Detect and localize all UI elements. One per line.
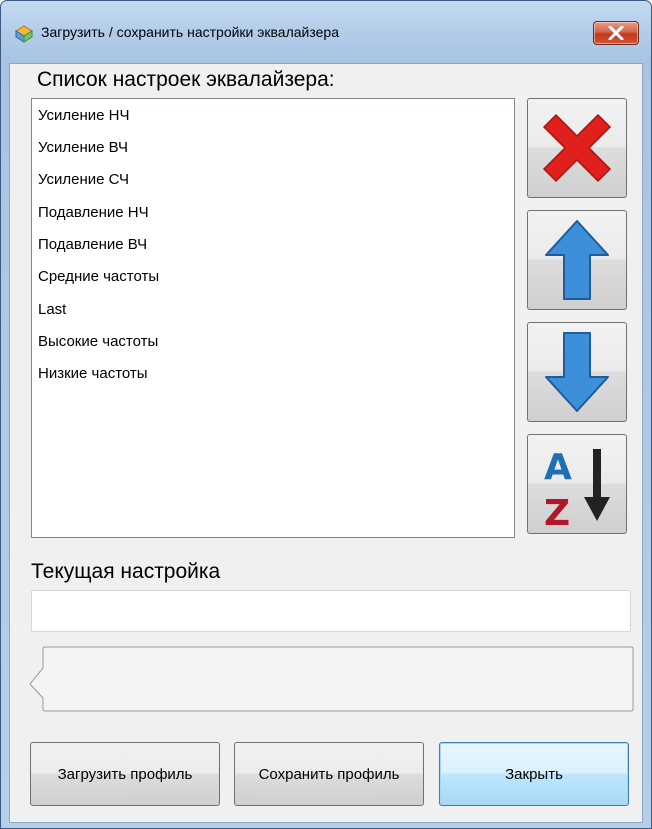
delete-icon — [542, 113, 612, 183]
presets-label: Список настроек эквалайзера: — [37, 68, 335, 91]
close-window-button[interactable] — [593, 21, 639, 45]
list-item[interactable]: Средние частоты — [38, 268, 159, 285]
current-preset-input[interactable] — [31, 590, 631, 632]
list-item[interactable]: Усиление СЧ — [38, 171, 129, 188]
list-item[interactable]: Высокие частоты — [38, 333, 158, 350]
app-icon — [15, 25, 33, 43]
message-callout — [29, 646, 634, 712]
load-profile-button[interactable]: Загрузить профиль — [30, 742, 220, 806]
list-item[interactable]: Низкие частоты — [38, 365, 148, 382]
dialog-window: Загрузить / сохранить настройки эквалайз… — [0, 0, 652, 829]
svg-text:Z: Z — [544, 493, 570, 533]
sort-az-button[interactable]: A Z — [527, 434, 627, 534]
list-item[interactable]: Усиление ВЧ — [38, 139, 128, 156]
arrow-up-icon — [545, 220, 609, 300]
save-profile-button[interactable]: Сохранить профиль — [234, 742, 424, 806]
list-item[interactable]: Усиление НЧ — [38, 107, 130, 124]
sort-az-icon: A Z — [544, 447, 610, 533]
svg-text:A: A — [544, 447, 572, 488]
current-preset-label: Текущая настройка — [31, 560, 221, 583]
presets-listbox[interactable]: Усиление НЧ Усиление ВЧ Усиление СЧ Пода… — [31, 98, 515, 538]
list-item[interactable]: Last — [38, 301, 66, 318]
list-item[interactable]: Подавление ВЧ — [38, 236, 147, 253]
delete-preset-button[interactable] — [527, 98, 627, 198]
arrow-down-icon — [545, 332, 609, 412]
move-down-button[interactable] — [527, 322, 627, 422]
list-item[interactable]: Подавление НЧ — [38, 204, 149, 221]
dialog-content: Список настроек эквалайзера: Усиление НЧ… — [9, 63, 643, 823]
close-icon — [608, 26, 624, 40]
window-title: Загрузить / сохранить настройки эквалайз… — [41, 24, 339, 40]
close-button[interactable]: Закрыть — [439, 742, 629, 806]
move-up-button[interactable] — [527, 210, 627, 310]
title-bar[interactable]: Загрузить / сохранить настройки эквалайз… — [1, 1, 651, 63]
